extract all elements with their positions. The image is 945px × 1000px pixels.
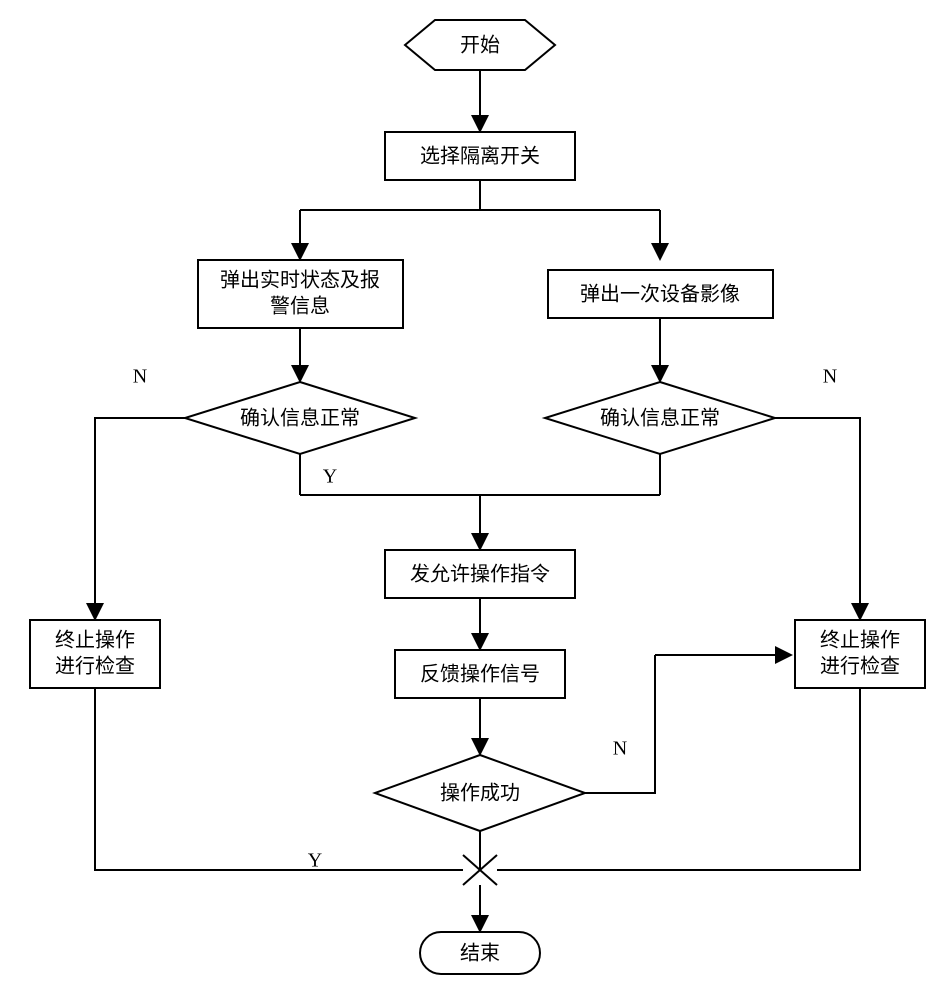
left-popup-l2: 警信息 — [270, 295, 330, 318]
right-abort-l1: 终止操作 — [820, 629, 900, 652]
y-label-left-mid: Y — [323, 466, 337, 488]
left-popup-l1: 弹出实时状态及报 — [220, 269, 380, 292]
n-label-left: N — [133, 366, 147, 388]
right-abort-l2: 进行检查 — [820, 655, 900, 678]
right-popup-label: 弹出一次设备影像 — [580, 283, 740, 306]
left-abort-l1: 终止操作 — [55, 629, 135, 652]
start-label: 开始 — [460, 34, 500, 57]
left-confirm-label: 确认信息正常 — [240, 407, 360, 430]
y-label-success: Y — [308, 850, 322, 872]
right-confirm-label: 确认信息正常 — [600, 407, 720, 430]
select-label: 选择隔离开关 — [420, 145, 540, 168]
end-label: 结束 — [460, 942, 500, 965]
send-cmd-label: 发允许操作指令 — [410, 563, 550, 586]
n-label-success: N — [613, 738, 627, 760]
n-label-right: N — [823, 366, 837, 388]
success-label: 操作成功 — [440, 782, 520, 805]
flowchart: 开始 选择隔离开关 弹出实时状态及报 警信息 弹出一次设备影像 确认信息正常 确… — [0, 0, 945, 1000]
feedback-label: 反馈操作信号 — [420, 663, 540, 686]
left-abort-l2: 进行检查 — [55, 655, 135, 678]
